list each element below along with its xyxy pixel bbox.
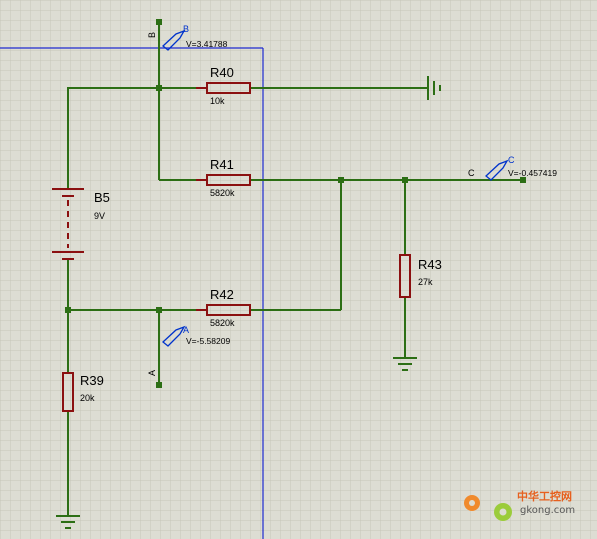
r39-value: 20k — [80, 393, 95, 403]
r40-value: 10k — [210, 96, 225, 106]
r43-name: R43 — [418, 257, 442, 272]
r42-value: 5820k — [210, 318, 235, 328]
probe-c-reading: V=-0.457419 — [508, 168, 557, 178]
b5-value: 9V — [94, 211, 105, 221]
probe-a-reading: V=-5.58209 — [186, 336, 230, 346]
b5-name: B5 — [94, 190, 110, 205]
probe-b-label: B — [183, 24, 189, 34]
r41-name: R41 — [210, 157, 234, 172]
probe-a-label: A — [183, 325, 189, 335]
r39-name: R39 — [80, 373, 104, 388]
r41-value: 5820k — [210, 188, 235, 198]
watermark-line2: gkong.com — [520, 505, 575, 516]
r40-name: R40 — [210, 65, 234, 80]
schematic-canvas[interactable]: B A C R40 10k R41 5820k R42 5820k R43 27… — [0, 0, 597, 539]
probe-b-reading: V=3.41788 — [186, 39, 228, 49]
terminal-c-label: C — [468, 168, 475, 178]
terminal-b-label: B — [147, 32, 157, 38]
terminal-a-label: A — [147, 370, 157, 376]
r42-name: R42 — [210, 287, 234, 302]
r43-value: 27k — [418, 277, 433, 287]
probe-c-label: C — [508, 155, 515, 165]
watermark-line1: 中华工控网 — [517, 489, 572, 503]
schematic-svg: B A C R40 10k R41 5820k R42 5820k R43 27… — [0, 0, 597, 539]
grid-background — [0, 0, 597, 539]
